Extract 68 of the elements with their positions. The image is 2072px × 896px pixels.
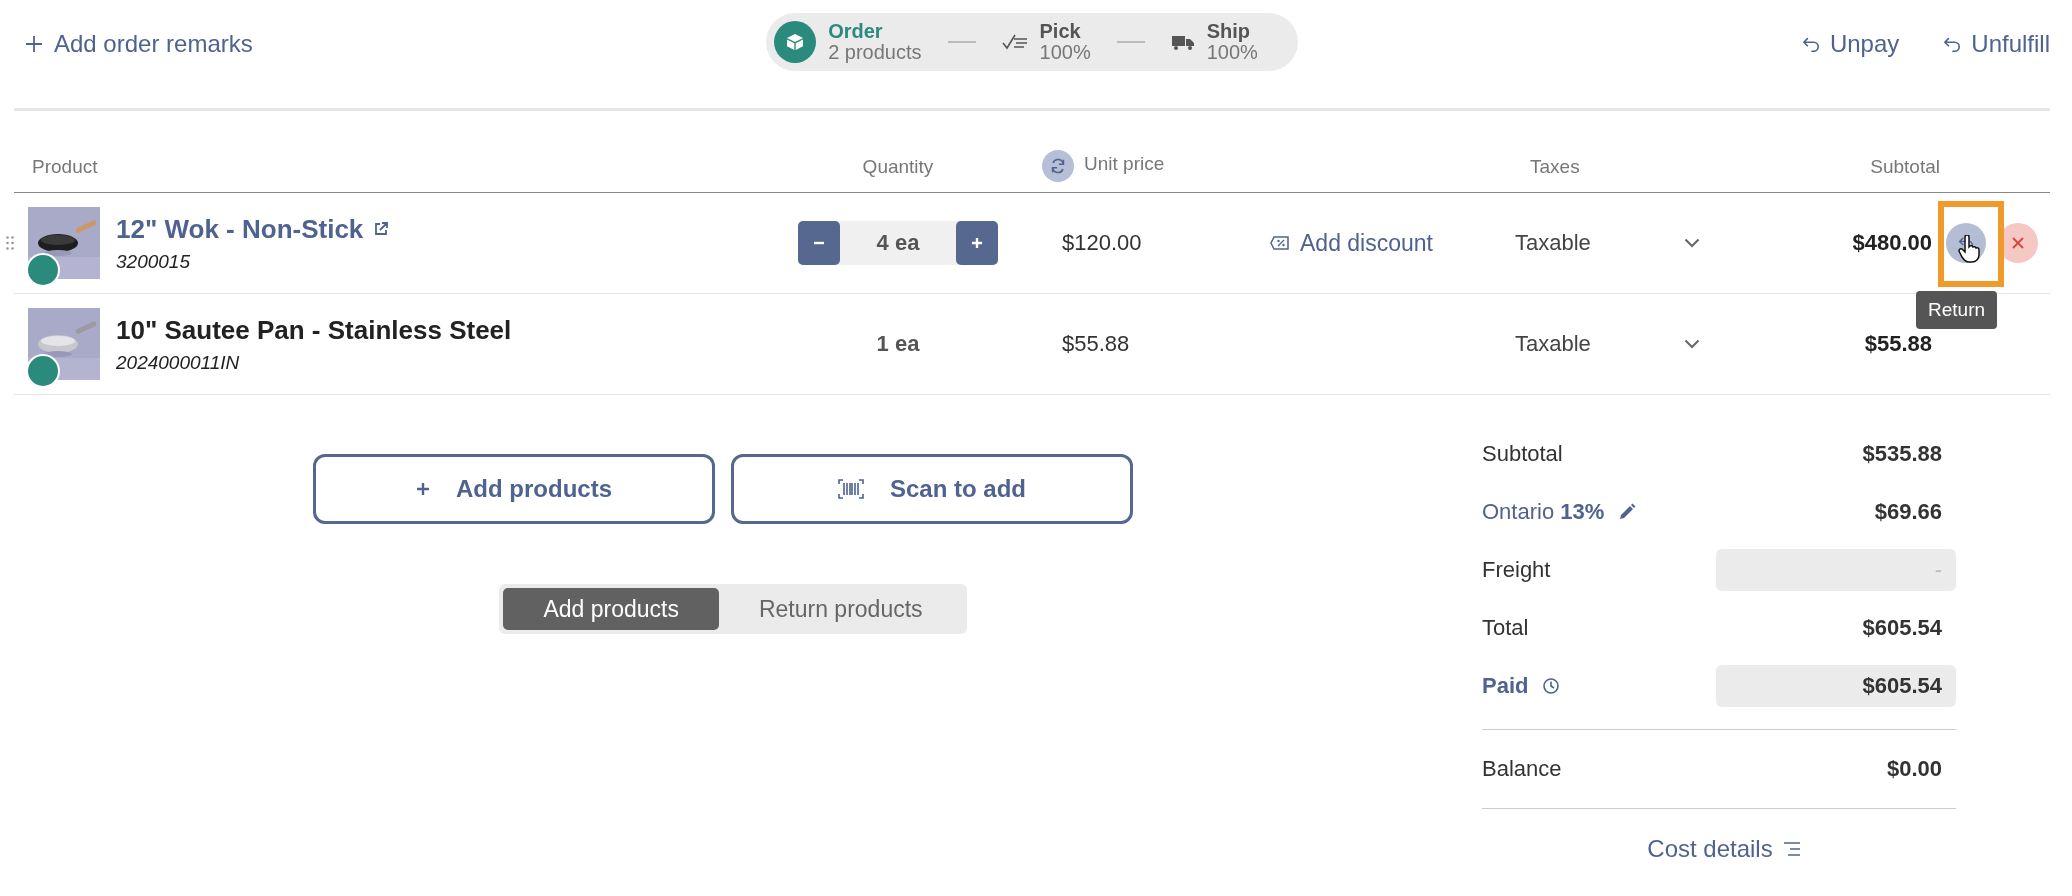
tax-select[interactable]: Taxable (1515, 230, 1700, 256)
unit-price: $55.88 (1062, 331, 1130, 357)
total-value: $535.88 (1862, 441, 1943, 467)
tooltip: Return (1916, 291, 1998, 329)
undo-action-button[interactable]: Unpay (1801, 30, 1900, 58)
product-sku: 3200015 (116, 250, 191, 273)
close-icon (2011, 236, 2025, 250)
total-label: Subtotal (1482, 441, 1563, 467)
plus-icon (416, 482, 430, 496)
add-remarks-button[interactable]: Add order remarks (24, 30, 253, 58)
product-name: 10" Sautee Pan - Stainless Steel (116, 314, 512, 346)
column-header: Subtotal (1870, 156, 1940, 178)
decrease-button[interactable] (798, 221, 840, 265)
paid-link[interactable]: Paid (1482, 673, 1529, 699)
column-header: Product (32, 156, 98, 178)
discount-tag-icon (1270, 236, 1290, 250)
total-label: Balance (1482, 756, 1562, 782)
total-value: $0.00 (1886, 756, 1943, 782)
status-dot (26, 354, 60, 388)
chevron-down-icon (1684, 339, 1700, 349)
tax-rate-link[interactable]: Ontario 13% (1482, 499, 1605, 525)
step-title: Ship (1206, 21, 1252, 42)
add-products-button[interactable]: Add products (313, 454, 715, 524)
column-header: Taxes (1530, 156, 1580, 178)
undo-icon (1801, 35, 1820, 53)
plus-icon (970, 236, 984, 250)
refresh-prices-button[interactable] (1042, 150, 1074, 182)
mode-tab[interactable]: Return products (718, 588, 963, 630)
truck-icon (1170, 33, 1195, 51)
increase-button[interactable] (956, 221, 998, 265)
plus-icon (24, 34, 44, 54)
status-dot (26, 253, 60, 287)
external-link-icon (373, 221, 390, 237)
mode-tab[interactable]: Add products (503, 588, 719, 630)
pointer-cursor-icon (1958, 235, 1980, 263)
drag-handle-icon (6, 236, 14, 250)
cost-details-button[interactable]: Cost details (1647, 835, 1801, 863)
step-title: Pick (1039, 21, 1082, 42)
checklist-icon (1001, 33, 1028, 51)
unit-price: $120.00 (1062, 230, 1142, 256)
step-detail: 100% (1206, 42, 1258, 63)
clock-icon (1542, 677, 1561, 695)
step-detail: 100% (1039, 42, 1091, 63)
box-icon (785, 32, 806, 52)
list-icon (1782, 841, 1801, 857)
total-label: Freight (1482, 557, 1551, 583)
scan-button[interactable]: Scan to add (731, 454, 1133, 524)
step-detail: 2 products (828, 42, 922, 63)
pencil-icon (1618, 503, 1637, 521)
quantity-text: 1 ea (876, 331, 920, 357)
column-header: Quantity (862, 156, 934, 178)
refresh-icon (1049, 157, 1067, 175)
undo-icon (1943, 35, 1962, 53)
row-subtotal: $55.88 (1864, 331, 1932, 357)
barcode-scan-icon (838, 479, 864, 499)
column-header: Unit price (1084, 153, 1165, 175)
step-title: Order (828, 21, 884, 42)
total-value: $605.54 (1862, 615, 1943, 641)
add-discount-button[interactable]: Add discount (1270, 229, 1433, 257)
total-value: $69.66 (1874, 499, 1943, 525)
chevron-down-icon (1684, 238, 1700, 248)
total-label: Total (1482, 615, 1529, 641)
undo-action-button[interactable]: Unfulfill (1943, 30, 2050, 58)
tax-select[interactable]: Taxable (1515, 331, 1700, 357)
product-name[interactable]: 12" Wok - Non-Stick (116, 213, 364, 245)
row-subtotal: $480.00 (1852, 230, 1932, 256)
paid-amount-field: $605.54 (1716, 665, 1956, 707)
product-sku: 2024000011IN (116, 351, 241, 374)
